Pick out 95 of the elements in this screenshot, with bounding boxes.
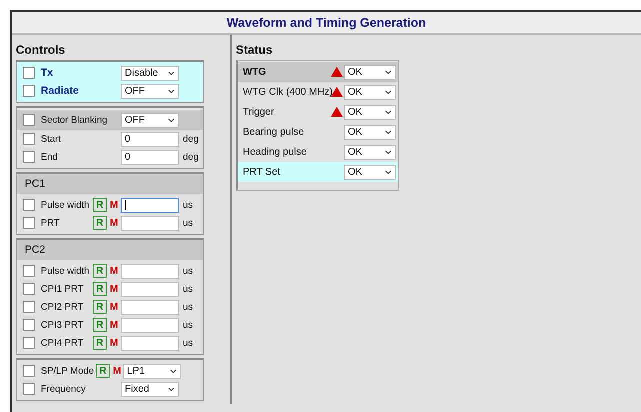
checkbox[interactable] — [23, 265, 35, 277]
field-label: Tx — [41, 67, 54, 79]
chevron-icon — [385, 90, 392, 94]
input-field[interactable]: 0 — [121, 150, 179, 164]
checkbox[interactable] — [23, 67, 35, 79]
chevron-icon — [168, 70, 175, 76]
field-label: CPI3 PRT — [41, 320, 85, 330]
unit-label: us — [183, 218, 194, 228]
dropdown[interactable]: OFF — [121, 84, 179, 98]
unit-label: us — [183, 266, 194, 276]
dropdown[interactable]: OK — [344, 144, 396, 160]
field-label: CPI1 PRT — [41, 284, 85, 294]
unit-label: us — [183, 338, 194, 348]
status-label: WTG Clk (400 MHz) — [243, 86, 331, 98]
m-tag[interactable]: M — [110, 200, 120, 210]
dropdown[interactable]: OK — [344, 124, 396, 140]
unit-label: us — [183, 284, 194, 294]
r-tag[interactable]: R — [93, 198, 107, 212]
r-tag[interactable]: R — [93, 336, 107, 350]
r-tag[interactable]: R — [93, 264, 107, 278]
chevron-icon — [168, 118, 175, 122]
input-field[interactable] — [121, 300, 179, 314]
field-label: Start — [41, 134, 62, 144]
dropdown[interactable]: OK — [344, 64, 396, 80]
status-label: Bearing pulse — [243, 126, 306, 138]
field-label: CPI2 PRT — [41, 302, 85, 312]
m-tag[interactable]: M — [110, 302, 120, 312]
dropdown[interactable]: OK — [344, 104, 396, 120]
unit-label: deg — [183, 134, 200, 144]
status-label: Heading pulse — [243, 146, 308, 158]
field-label: Sector Blanking — [41, 114, 108, 126]
m-tag[interactable]: M — [110, 284, 120, 294]
field-label: Frequency — [41, 384, 87, 394]
dropdown[interactable]: LP1 — [123, 364, 182, 378]
chevron-icon — [385, 110, 392, 114]
checkbox[interactable] — [23, 114, 35, 126]
dropdown[interactable]: OK — [344, 164, 396, 180]
dropdown[interactable]: OK — [344, 84, 396, 100]
unit-label: us — [183, 302, 194, 312]
input-field[interactable] — [121, 336, 179, 350]
group-title: PC1 — [25, 178, 46, 190]
m-tag[interactable]: M — [110, 320, 120, 330]
r-tag[interactable]: R — [93, 282, 107, 296]
checkbox[interactable] — [23, 133, 35, 145]
checkbox[interactable] — [23, 337, 35, 349]
status-label: Trigger — [243, 106, 276, 118]
window-title: Waveform and Timing Generation — [226, 16, 426, 30]
r-tag[interactable]: R — [93, 300, 107, 314]
r-tag[interactable]: R — [93, 318, 107, 332]
checkbox[interactable] — [23, 283, 35, 295]
section-heading: Status — [236, 43, 274, 57]
m-tag[interactable]: M — [110, 266, 120, 276]
field-label: End — [41, 152, 59, 162]
input-field[interactable]: 0 — [121, 132, 179, 146]
chevron-icon — [168, 386, 175, 392]
checkbox[interactable] — [23, 365, 35, 377]
chevron-icon — [385, 150, 392, 154]
unit-label: deg — [183, 152, 200, 162]
field-label: Pulse width — [41, 266, 91, 276]
checkbox[interactable] — [23, 383, 35, 395]
chevron-icon — [385, 70, 392, 74]
chevron-icon — [385, 170, 392, 174]
r-tag[interactable]: R — [93, 216, 107, 230]
field-label: CPI4 PRT — [41, 338, 85, 348]
checkbox[interactable] — [23, 199, 35, 211]
checkbox[interactable] — [23, 319, 35, 331]
input-field[interactable] — [121, 198, 179, 212]
section-heading: Controls — [16, 43, 66, 57]
input-field[interactable] — [121, 282, 179, 296]
input-field[interactable] — [121, 216, 179, 230]
status-label: WTG — [243, 66, 268, 78]
chevron-icon — [168, 88, 175, 94]
checkbox[interactable] — [23, 301, 35, 313]
m-tag[interactable]: M — [110, 338, 120, 348]
chevron-icon — [385, 130, 392, 134]
field-label: PRT — [41, 218, 61, 228]
dropdown[interactable]: Disable — [121, 66, 179, 80]
checkbox[interactable] — [23, 217, 35, 229]
checkbox[interactable] — [23, 85, 35, 97]
checkbox[interactable] — [23, 151, 35, 163]
input-field[interactable] — [121, 318, 179, 332]
dropdown[interactable]: Fixed — [121, 382, 179, 396]
status-label: PRT Set — [243, 166, 282, 178]
r-tag[interactable]: R — [96, 364, 110, 378]
m-tag[interactable]: M — [110, 218, 120, 228]
dropdown[interactable]: OFF — [121, 112, 179, 128]
chevron-icon — [170, 368, 178, 374]
unit-label: us — [183, 200, 194, 210]
field-label: Pulse width — [41, 200, 91, 210]
m-tag[interactable]: M — [113, 366, 124, 376]
field-label: SP/LP Mode — [41, 366, 94, 376]
group-title: PC2 — [25, 244, 46, 256]
field-label: Radiate — [41, 85, 80, 97]
unit-label: us — [183, 320, 194, 330]
input-field[interactable] — [121, 264, 179, 278]
